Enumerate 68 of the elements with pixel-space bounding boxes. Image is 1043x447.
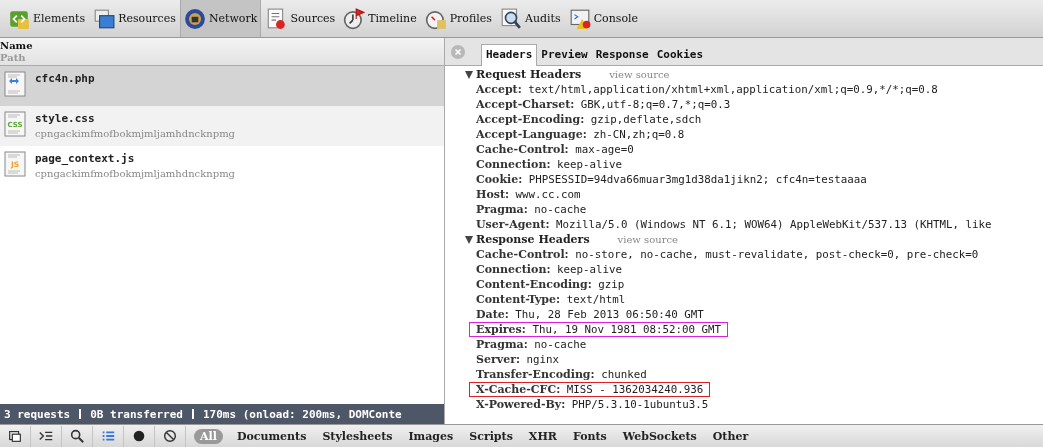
view-source-link[interactable]: view source — [609, 69, 670, 80]
header-line: Accept: text/html,application/xhtml+xml,application/xml;q=0.9,*/*;q=0.8 — [475, 82, 939, 97]
filter-button[interactable]: Other — [706, 428, 755, 444]
record-icon — [131, 428, 147, 444]
file-path: cpngackimfmofbokmjmljamhdncknpmg — [35, 127, 235, 141]
file-code-icon — [4, 71, 26, 97]
header-line: Server: nginx — [475, 352, 560, 367]
status-text: 170ms (onload: 200ms, DOMConte — [202, 407, 402, 421]
network-icon — [183, 7, 206, 30]
separator-mark — [191, 409, 194, 419]
resources-icon — [93, 7, 116, 30]
column-label[interactable]: Name — [0, 39, 33, 52]
header-line: Transfer-Encoding: chunked — [475, 367, 648, 382]
filter-button[interactable]: Fonts — [566, 428, 613, 444]
file-path: cpngackimfmofbokmjmljamhdncknpmg — [35, 167, 235, 181]
timeline-icon — [343, 7, 366, 30]
filter-button[interactable]: Documents — [230, 428, 313, 444]
file-name: page_context.js — [35, 151, 136, 166]
header-line: User-Agent: Mozilla/5.0 (Windows NT 6.1; WOW64) AppleWebKit/537.13 (KHTML, like — [475, 217, 993, 232]
panel-tab[interactable]: Audits — [495, 0, 565, 37]
detail-tab[interactable]: Preview — [537, 45, 592, 65]
status-text: 3 requests — [4, 407, 71, 421]
separator-mark — [79, 409, 82, 419]
section-title: Request Headers — [476, 68, 582, 81]
header-line: Accept-Language: zh-CN,zh;q=0.8 — [475, 127, 686, 142]
file-name: cfc4n.php — [35, 71, 95, 86]
clear-icon — [162, 428, 178, 444]
filter-button[interactable]: XHR — [522, 428, 563, 444]
console-icon — [568, 7, 591, 30]
section-title: Response Headers — [476, 233, 590, 246]
header-line: Connection: keep-alive — [475, 262, 623, 277]
panel-tab[interactable]: Sources — [261, 0, 340, 37]
file-name: style.css — [35, 111, 96, 126]
panel-tab[interactable]: Profiles — [420, 0, 496, 37]
panel-tab[interactable]: Timeline — [339, 0, 421, 37]
detail-tab[interactable]: Headers — [481, 44, 538, 66]
header-line: Accept-Charset: GBK,utf-8;q=0.7,*;q=0.3 — [475, 97, 732, 112]
filter-button[interactable]: Stylesheets — [316, 428, 399, 444]
detail-tab[interactable]: Response — [591, 45, 653, 65]
header-line: Host: www.cc.com — [475, 187, 582, 202]
disclosure-triangle-icon[interactable] — [465, 235, 473, 244]
header-line: Cache-Control: no-store, no-cache, must-revalidate, post-check=0, pre-check=0 — [475, 247, 980, 262]
detail-tab[interactable]: Cookies — [652, 45, 708, 65]
header-line: Pragma: no-cache — [475, 202, 588, 217]
header-line: Content-Encoding: gzip — [475, 277, 626, 292]
status-text: 0B transferred — [90, 407, 183, 421]
panel-tab[interactable]: Elements — [4, 0, 90, 37]
filter-button[interactable]: Images — [402, 428, 460, 444]
view-source-link[interactable]: view source — [617, 234, 678, 245]
panel-tab[interactable]: Resources — [89, 0, 180, 37]
dock-icon — [7, 428, 23, 444]
header-line: Date: Thu, 28 Feb 2013 06:50:40 GMT — [475, 307, 705, 322]
search-icon — [69, 428, 85, 444]
filter-button[interactable]: Scripts — [463, 428, 519, 444]
header-line: X-Powered-By: PHP/5.3.10-1ubuntu3.5 — [475, 397, 710, 412]
header-line: Accept-Encoding: gzip,deflate,sdch — [475, 112, 703, 127]
filter-button[interactable]: WebSockets — [616, 428, 703, 444]
header-line: Cache-Control: max-age=0 — [475, 142, 635, 157]
panel-tab[interactable]: Console — [564, 0, 643, 37]
sources-icon — [265, 7, 288, 30]
panel-tab[interactable]: Network — [179, 0, 262, 37]
header-line: Pragma: no-cache — [475, 337, 588, 352]
request-row[interactable]: cfc4n.php — [0, 66, 444, 106]
header-line: Cookie: PHPSESSID=94dva66muar3mg1d38da1jikn2; cfc4n=testaaaa — [475, 172, 868, 187]
disclosure-triangle-icon[interactable] — [465, 70, 473, 79]
audits-icon — [499, 7, 522, 30]
header-line: Connection: keep-alive — [475, 157, 623, 172]
header-line: Content-Type: text/html — [475, 292, 627, 307]
